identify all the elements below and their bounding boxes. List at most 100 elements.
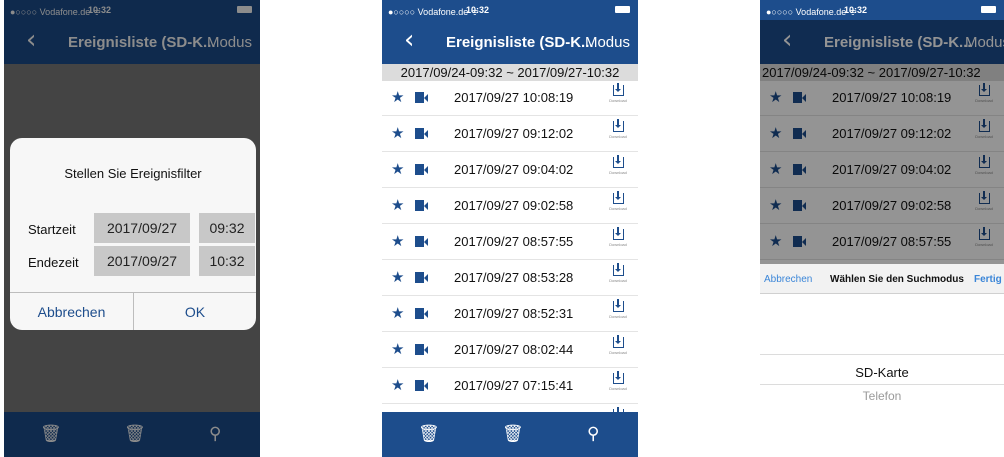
download-label: Download [609,350,627,355]
status-bar: ●○○○○ Vodafone.de ᯤ 10:32 [382,0,638,20]
video-camera-icon [415,344,428,355]
mode-button[interactable]: Modus [585,34,630,51]
start-date-field[interactable]: 2017/09/27 [94,213,190,243]
download-button[interactable]: Download [606,227,630,247]
video-camera-icon [415,128,428,139]
star-icon[interactable]: ★ [391,125,404,141]
picker-prompt: Wählen Sie den Suchmodus [830,274,964,285]
event-timestamp: 2017/09/27 07:15:41 [454,378,574,393]
event-row[interactable]: ★ 2017/09/27 09:04:02 Download [382,153,638,188]
event-row[interactable]: ★ 2017/09/27 09:02:58 Download [382,189,638,224]
video-camera-icon [415,380,428,391]
download-button[interactable]: Download [606,83,630,103]
page-title: Ereignisliste (SD-K... [446,34,594,51]
status-time: 10:32 [844,5,868,15]
star-icon[interactable]: ★ [391,197,404,213]
event-timestamp: 2017/09/27 08:52:31 [454,306,574,321]
download-label: Download [609,242,627,247]
star-icon[interactable]: ★ [391,305,404,321]
download-icon [612,371,624,384]
screen-event-filter: ●○○○○ Vodafone.de ᯤ 10:32 ‹ Ereignislist… [4,0,260,457]
download-icon [612,263,624,276]
status-time: 10:32 [466,5,490,15]
star-icon[interactable]: ★ [391,89,404,105]
filter-dialog: Stellen Sie Ereignisfilter Startzeit 201… [10,138,256,330]
picker-option-sd-card[interactable]: SD-Karte [760,365,1004,380]
tab-bar: 🗑 🗑 ⚲ [382,412,638,457]
download-icon [612,83,624,96]
star-icon[interactable]: ★ [391,341,404,357]
download-label: Download [609,170,627,175]
star-icon[interactable]: ★ [391,161,404,177]
video-camera-icon [415,308,428,319]
star-icon[interactable]: ★ [391,233,404,249]
download-button[interactable]: Download [606,299,630,319]
trash-icon[interactable]: 🗑 [418,424,440,444]
download-icon [612,155,624,168]
star-icon[interactable]: ★ [391,269,404,285]
video-camera-icon [415,92,428,103]
download-icon [612,335,624,348]
download-label: Download [609,134,627,139]
download-label: Download [609,314,627,319]
event-timestamp: 2017/09/27 09:12:02 [454,126,574,141]
event-row[interactable]: ★ 2017/09/27 09:12:02 Download [382,117,638,152]
picker-option-phone[interactable]: Telefon [760,389,1004,403]
cancel-button[interactable]: Abbrechen [764,274,812,285]
modal-overlay [760,20,1004,264]
picker-toolbar: Abbrechen Wählen Sie den Suchmodus Ferti… [760,264,1004,294]
battery-icon [615,6,630,13]
download-icon [612,191,624,204]
end-time-field[interactable]: 10:32 [199,246,255,276]
download-button[interactable]: Download [606,335,630,355]
event-timestamp: 2017/09/27 08:02:44 [454,342,574,357]
back-chevron-icon[interactable]: ‹ [404,25,414,55]
status-bar: ●○○○○ Vodafone.de ᯤ 10:32 [760,0,1004,20]
download-button[interactable]: Download [606,263,630,283]
start-time-field[interactable]: 09:32 [199,213,255,243]
start-time-label: Startzeit [28,222,76,237]
event-timestamp: 2017/09/27 10:08:19 [454,90,574,105]
end-time-label: Endezeit [28,255,79,270]
event-timestamp: 2017/09/27 09:04:02 [454,162,574,177]
star-icon[interactable]: ★ [391,377,404,393]
mode-picker-sheet: Abbrechen Wählen Sie den Suchmodus Ferti… [760,264,1004,457]
download-icon [612,119,624,132]
download-label: Download [609,386,627,391]
video-camera-icon [415,272,428,283]
download-label: Download [609,206,627,211]
dialog-title: Stellen Sie Ereignisfilter [64,166,202,181]
video-camera-icon [415,164,428,175]
download-label: Download [609,278,627,283]
video-camera-icon [415,200,428,211]
event-timestamp: 2017/09/27 08:57:55 [454,234,574,249]
download-button[interactable]: Download [606,155,630,175]
event-timestamp: 2017/09/27 08:53:28 [454,270,574,285]
trash-all-icon[interactable]: 🗑 [502,424,524,444]
date-range-header: 2017/09/24-09:32 ~ 2017/09/27-10:32 [382,64,638,81]
screen-mode-picker: ●○○○○ Vodafone.de ᯤ 10:32 ‹ Ereignislist… [760,0,1004,457]
download-button[interactable]: Download [606,191,630,211]
event-row[interactable]: ★ 2017/09/27 08:53:28 Download [382,261,638,296]
download-button[interactable]: Download [606,371,630,391]
event-row[interactable]: ★2017/09/27 07:08:52Download [382,405,638,412]
event-row[interactable]: ★ 2017/09/27 08:02:44 Download [382,333,638,368]
event-row[interactable]: ★ 2017/09/27 10:08:19 Download [382,81,638,116]
event-row[interactable]: ★ 2017/09/27 08:52:31 Download [382,297,638,332]
done-button[interactable]: Fertig [974,274,1002,285]
picker-selection-line-bottom [760,384,1004,385]
event-row[interactable]: ★ 2017/09/27 07:15:41 Download [382,369,638,404]
battery-icon [981,6,996,13]
download-icon [612,299,624,312]
cancel-button[interactable]: Abbrechen [10,293,133,330]
screen-event-list: ●○○○○ Vodafone.de ᯤ 10:32 ‹ Ereignislist… [382,0,638,457]
download-button[interactable]: Download [606,119,630,139]
search-icon[interactable]: ⚲ [587,424,599,444]
event-list[interactable]: ★ 2017/09/27 10:08:19 Download ★ 2017/09/27 … [382,81,638,412]
download-icon [612,227,624,240]
picker-selection-line-top [760,354,1004,355]
end-date-field[interactable]: 2017/09/27 [94,246,190,276]
nav-bar: ‹ Ereignisliste (SD-K... Modus [382,20,638,64]
event-row[interactable]: ★ 2017/09/27 08:57:55 Download [382,225,638,260]
ok-button[interactable]: OK [134,293,256,330]
